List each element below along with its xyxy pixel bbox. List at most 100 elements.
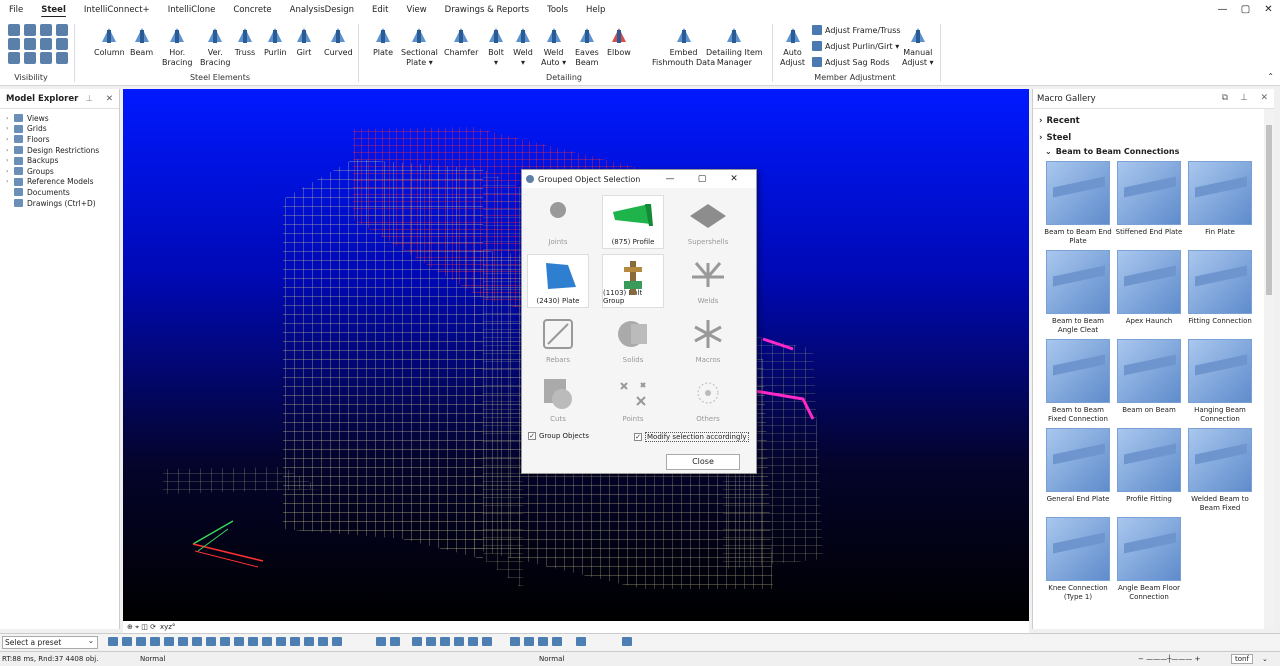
expand-icon[interactable]: › [6,115,14,122]
tile-rebars[interactable]: Rebars [527,313,589,367]
dialog-close-button[interactable]: Close [666,454,740,470]
tile-joints[interactable]: Joints [527,195,589,249]
checkbox-box[interactable]: ✓ [528,432,536,440]
hor--button[interactable]: Hor. Bracing [162,24,192,68]
units-select[interactable]: tonf [1231,654,1253,664]
menu-drawings-reports[interactable]: Drawings & Reports [436,0,538,20]
toolbar-tool-icon[interactable] [576,637,586,646]
toolbar-tool-icon[interactable] [276,637,286,646]
visibility-tool-icon[interactable] [24,52,36,64]
view-tools-icon[interactable]: ⊕ ⌖ ◫ ⟳ [127,623,156,632]
toolbar-tool-icon[interactable] [248,637,258,646]
macro-angle-beam-floor-connection[interactable]: Angle Beam Floor Connection [1114,517,1184,601]
curved-button[interactable]: Curved [324,24,353,58]
visibility-tool-icon[interactable] [24,38,36,50]
close-icon[interactable]: ✕ [106,94,113,104]
tree-item-groups[interactable]: › Groups [6,166,119,177]
plate-button[interactable]: Plate [372,24,394,58]
pin-icon[interactable]: ⊥ [86,94,93,104]
adjust-sag-rods-button[interactable]: Adjust Sag Rods [812,57,890,67]
expand-icon[interactable]: › [6,136,14,143]
tile-plate[interactable]: (2430) Plate [527,254,589,308]
dialog-close-x-button[interactable]: ✕ [718,170,750,188]
toolbar-tool-icon[interactable] [482,637,492,646]
macro-beam-to-beam-end-plate[interactable]: Beam to Beam End Plate [1043,161,1113,245]
macro-fitting-connection[interactable]: Fitting Connection [1185,250,1255,326]
expand-icon[interactable]: › [6,147,14,154]
tile-others[interactable]: Others [677,372,739,426]
menu-steel[interactable]: Steel [32,0,75,20]
visibility-tool-icon[interactable] [8,38,20,50]
menu-intelliconnect-[interactable]: IntelliConnect+ [75,0,159,20]
toolbar-tool-icon[interactable] [454,637,464,646]
toolbar-tool-icon[interactable] [538,637,548,646]
purlin-button[interactable]: Purlin [264,24,287,58]
visibility-tool-icon[interactable] [40,52,52,64]
modify-selection-checkbox[interactable]: ✓ Modify selection accordingly [634,432,749,442]
visibility-tool-icon[interactable] [40,38,52,50]
close-window-button[interactable]: ✕ [1257,0,1280,20]
menu-concrete[interactable]: Concrete [224,0,280,20]
menu-analysisdesign[interactable]: AnalysisDesign [281,0,363,20]
beam-to-beam-section[interactable]: ⌄ Beam to Beam Connections [1045,147,1179,156]
adjust-purlin-girt-button[interactable]: Adjust Purlin/Girt ▾ [812,41,899,51]
preset-select[interactable]: Select a preset [2,635,98,649]
beam-button[interactable]: Beam [130,24,153,58]
tile-bolt-group[interactable]: (1103) Bolt Group [602,254,664,308]
tile-profile[interactable]: (875) Profile [602,195,664,249]
close-icon[interactable]: ✕ [1260,93,1268,103]
menu-edit[interactable]: Edit [363,0,397,20]
tree-item-floors[interactable]: › Floors [6,134,119,145]
elbow-button[interactable]: Elbow [607,24,631,58]
toolbar-tool-icon[interactable] [220,637,230,646]
macro-beam-to-beam-angle-cleat[interactable]: Beam to Beam Angle Cleat [1043,250,1113,334]
tile-supershells[interactable]: Supershells [677,195,739,249]
toolbar-tool-icon[interactable] [318,637,328,646]
axis-toggle[interactable]: xyz° [160,623,175,631]
eaves-button[interactable]: Eaves Beam [575,24,599,68]
toolbar-tool-icon[interactable] [552,637,562,646]
tree-item-backups[interactable]: › Backups [6,155,119,166]
toolbar-tool-icon[interactable] [290,637,300,646]
gallery-scrollbar[interactable] [1264,109,1274,629]
zoom-slider[interactable]: − ———┼——— + [1138,655,1200,663]
macro-stiffened-end-plate[interactable]: Stiffened End Plate [1114,161,1184,237]
toolbar-tool-icon[interactable] [304,637,314,646]
visibility-tool-icon[interactable] [56,24,68,36]
weld-button[interactable]: Weld Auto ▾ [541,24,566,68]
visibility-tool-icon[interactable] [8,24,20,36]
steel-section[interactable]: › Steel [1039,133,1071,143]
macro-welded-beam-to-beam-fixed[interactable]: Welded Beam to Beam Fixed [1185,428,1255,512]
weld-button[interactable]: Weld ▾ [512,24,534,68]
chamfer-button[interactable]: Chamfer [444,24,478,58]
menu-tools[interactable]: Tools [538,0,577,20]
toolbar-tool-icon[interactable] [376,637,386,646]
toolbar-tool-icon[interactable] [262,637,272,646]
toolbar-tool-icon[interactable] [510,637,520,646]
macro-apex-haunch[interactable]: Apex Haunch [1114,250,1184,326]
auto-button[interactable]: Auto Adjust [780,24,805,68]
toolbar-tool-icon[interactable] [136,637,146,646]
dialog-minimize-button[interactable]: — [654,170,686,188]
scrollbar-thumb[interactable] [1266,125,1272,295]
macro-beam-on-beam[interactable]: Beam on Beam [1114,339,1184,415]
tree-item-reference-models[interactable]: › Reference Models [6,177,119,188]
sectional-button[interactable]: Sectional Plate ▾ [401,24,438,68]
detailing-item-button[interactable]: Detailing Item Manager [706,24,763,68]
dialog-maximize-button[interactable]: ▢ [686,170,718,188]
toolbar-tool-icon[interactable] [164,637,174,646]
toolbar-tool-icon[interactable] [150,637,160,646]
toolbar-tool-icon[interactable] [332,637,342,646]
menu-help[interactable]: Help [577,0,614,20]
checkbox-box[interactable]: ✓ [634,433,642,441]
toolbar-tool-icon[interactable] [440,637,450,646]
girt-button[interactable]: Girt [293,24,315,58]
visibility-tool-icon[interactable] [56,38,68,50]
menu-view[interactable]: View [397,0,435,20]
expand-icon[interactable]: › [6,157,14,164]
toolbar-tool-icon[interactable] [412,637,422,646]
ver--button[interactable]: Ver. Bracing [200,24,230,68]
float-icon[interactable]: ⧉ [1222,93,1228,103]
menu-file[interactable]: File [0,0,32,20]
macro-fin-plate[interactable]: Fin Plate [1185,161,1255,237]
